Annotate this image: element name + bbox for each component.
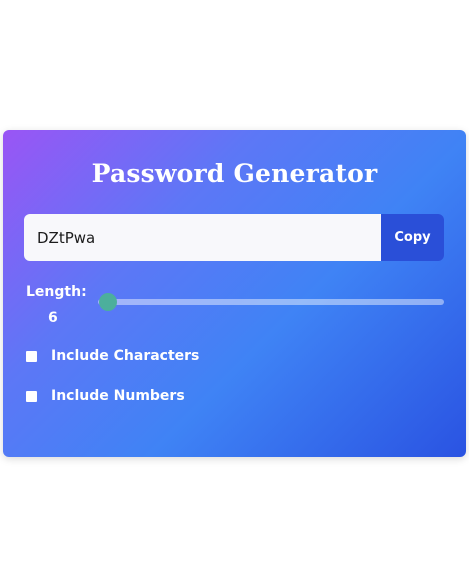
include-numbers-checkbox[interactable] xyxy=(26,390,37,402)
copy-button[interactable]: Copy xyxy=(381,214,444,261)
password-generator-card: Password Generator Copy Length: 6 Includ… xyxy=(3,130,466,457)
include-numbers-label: Include Numbers xyxy=(51,388,185,404)
length-slider[interactable] xyxy=(98,293,444,311)
include-numbers-option[interactable]: Include Numbers xyxy=(26,388,185,404)
include-characters-label: Include Characters xyxy=(51,348,200,364)
include-characters-checkbox[interactable] xyxy=(26,350,37,362)
length-value: 6 xyxy=(48,310,58,326)
length-label: Length: xyxy=(26,284,87,300)
include-characters-option[interactable]: Include Characters xyxy=(26,348,199,364)
page: Password Generator Copy Length: 6 Includ… xyxy=(0,0,469,586)
password-field[interactable] xyxy=(24,214,381,261)
page-title: Password Generator xyxy=(91,159,378,188)
password-row: Copy xyxy=(24,214,444,261)
slider-track[interactable] xyxy=(98,299,444,305)
slider-thumb[interactable] xyxy=(99,293,118,311)
